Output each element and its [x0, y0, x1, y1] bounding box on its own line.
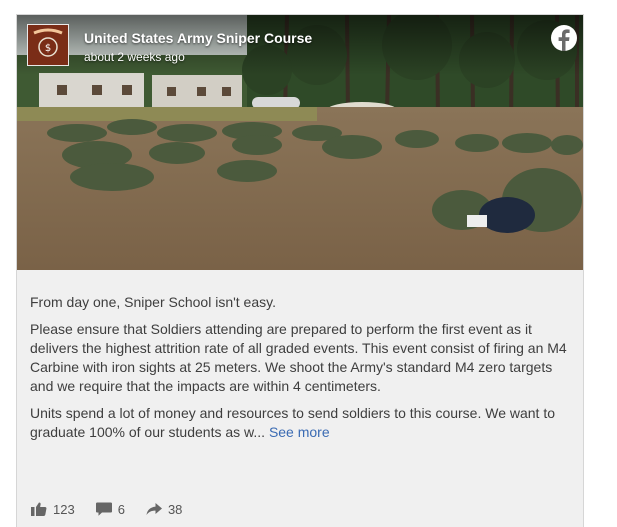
page-name[interactable]: United States Army Sniper Course: [84, 30, 312, 46]
likes-count: 123: [53, 501, 75, 517]
svg-text:$: $: [45, 43, 51, 54]
likes-stat[interactable]: 123: [31, 502, 75, 517]
shares-stat[interactable]: 38: [146, 502, 182, 517]
post-timestamp[interactable]: about 2 weeks ago: [84, 50, 185, 64]
post-card: $ United States Army Sniper Course about…: [16, 14, 584, 527]
comments-stat[interactable]: 6: [95, 501, 125, 517]
facebook-icon[interactable]: [550, 24, 578, 52]
comments-count: 6: [117, 501, 125, 517]
post-paragraph: From day one, Sniper School isn't easy.: [30, 294, 276, 310]
share-arrow-icon: [146, 503, 162, 515]
post-paragraph: Please ensure that Soldiers attending ar…: [30, 321, 567, 394]
post-paragraph-truncated: Units spend a lot of money and resources…: [30, 404, 570, 442]
sniper-course-logo-avatar[interactable]: $: [27, 24, 69, 66]
shares-count: 38: [167, 501, 183, 517]
sniper-course-logo-icon: $: [28, 25, 68, 65]
see-more-link[interactable]: See more: [269, 424, 330, 440]
post-body: From day one, Sniper School isn't easy. …: [30, 293, 570, 450]
comment-icon: [95, 502, 112, 516]
thumbs-up-icon: [31, 502, 47, 516]
post-stats: 123 6 38: [31, 499, 203, 519]
